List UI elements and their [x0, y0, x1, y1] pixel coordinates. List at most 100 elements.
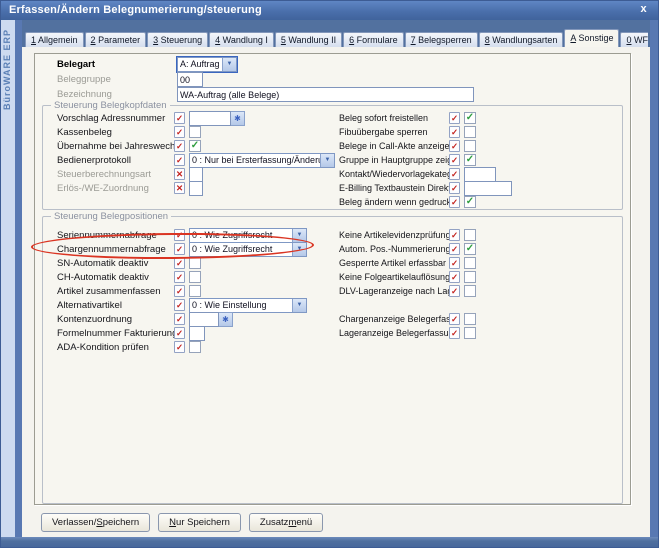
checkbox[interactable] [464, 126, 476, 138]
dropdown[interactable]: 0 : Nur bei Ersterfassung/Änderung▼ [189, 153, 335, 168]
field-label: Kontenzuordnung [57, 314, 174, 325]
flag-check-icon[interactable]: ✓ [449, 271, 460, 283]
flag-check-icon[interactable]: ✓ [174, 229, 185, 241]
flag-check-icon[interactable]: ✓ [449, 182, 460, 194]
dropdown-value: 0 : Wie Zugriffsrecht [190, 243, 292, 256]
lookup-input[interactable] [189, 111, 231, 126]
tab-3-steuerung[interactable]: 3 Steuerung [147, 32, 208, 47]
button-zusatzmen[interactable]: Zusatzmenü [249, 513, 323, 532]
flag-check-icon[interactable]: ✓ [449, 257, 460, 269]
text-input[interactable] [189, 181, 203, 196]
flag-check-icon[interactable]: ✓ [174, 126, 185, 138]
flag-check-icon[interactable]: ✓ [449, 168, 460, 180]
checkbox[interactable] [189, 126, 201, 138]
text-input[interactable] [464, 167, 496, 182]
checkbox[interactable] [189, 341, 201, 353]
flag-check-icon[interactable]: ✓ [449, 126, 460, 138]
dropdown[interactable]: 0 : Wie Einstellung▼ [189, 298, 307, 313]
flag-check-icon[interactable]: ✓ [174, 341, 185, 353]
lookup-input[interactable] [189, 312, 219, 327]
text-input[interactable] [177, 72, 203, 87]
field-row: Belege in Call-Akte anzeigen✓ [339, 139, 635, 153]
window-bottom-border [1, 537, 658, 547]
flag-check-icon[interactable]: ✓ [174, 112, 185, 124]
flag-x-icon[interactable]: ✕ [174, 182, 185, 194]
lookup-icon[interactable]: ✱ [231, 111, 245, 126]
flag-check-icon[interactable]: ✓ [449, 196, 460, 208]
chevron-down-icon[interactable]: ▼ [292, 299, 306, 312]
dropdown[interactable]: 0 : Wie Zugriffsrecht▼ [189, 228, 307, 243]
checkbox[interactable]: ✓ [464, 196, 476, 208]
flag-check-icon[interactable]: ✓ [449, 229, 460, 241]
checkbox[interactable]: ✓ [464, 243, 476, 255]
field-row: BelegartA: Auftrag▼ [57, 57, 622, 72]
tab-0-wfl-tb[interactable]: 0 WFL/TB [620, 32, 648, 47]
flag-check-icon[interactable]: ✓ [449, 285, 460, 297]
lookup-icon[interactable]: ✱ [219, 312, 233, 327]
close-icon[interactable]: x [637, 3, 650, 15]
field-label: Formelnummer Fakturierung [57, 328, 174, 339]
checkbox[interactable] [189, 271, 201, 283]
flag-check-icon[interactable]: ✓ [174, 140, 185, 152]
flag-check-icon[interactable]: ✓ [174, 154, 185, 166]
tab-2-parameter[interactable]: 2 Parameter [85, 32, 147, 47]
window-right-border [650, 20, 658, 537]
group-1-right-column: Keine Artikelevidenzprüfung✓Autom. Pos.-… [339, 228, 635, 340]
flag-x-icon[interactable]: ✕ [174, 168, 185, 180]
flag-check-icon[interactable]: ✓ [449, 140, 460, 152]
tab-6-formulare[interactable]: 6 Formulare [343, 32, 404, 47]
tab-1-allgemein[interactable]: 1 Allgemein [25, 32, 84, 47]
field-label: DLV-Lageranzeige nach Lagerort [339, 286, 449, 296]
flag-check-icon[interactable]: ✓ [174, 285, 185, 297]
field-row: Vorschlag Adressnummer✓✱ [57, 111, 345, 125]
flag-check-icon[interactable]: ✓ [449, 327, 460, 339]
field-row: Bedienerprotokoll✓0 : Nur bei Ersterfass… [57, 153, 345, 167]
checkbox[interactable]: ✓ [464, 154, 476, 166]
chevron-down-icon[interactable]: ▼ [292, 229, 306, 242]
checkbox[interactable] [464, 140, 476, 152]
dialog-window: Erfassen/Ändern Belegnumerierung/steueru… [0, 0, 659, 548]
chevron-down-icon[interactable]: ▼ [292, 243, 306, 256]
checkbox[interactable]: ✓ [189, 140, 201, 152]
checkbox[interactable] [189, 285, 201, 297]
flag-check-icon[interactable]: ✓ [449, 313, 460, 325]
chevron-down-icon[interactable]: ▼ [222, 58, 236, 71]
checkbox[interactable] [464, 285, 476, 297]
checkbox[interactable] [464, 229, 476, 241]
checkbox[interactable] [464, 313, 476, 325]
flag-check-icon[interactable]: ✓ [449, 112, 460, 124]
tab-5-wandlung-ii[interactable]: 5 Wandlung II [275, 32, 342, 47]
dropdown[interactable]: 0 : Wie Zugriffsrecht▼ [189, 242, 307, 257]
flag-check-icon[interactable]: ✓ [449, 243, 460, 255]
dropdown[interactable]: A: Auftrag▼ [177, 57, 237, 72]
tab-7-belegsperren[interactable]: 7 Belegsperren [405, 32, 478, 47]
checkbox[interactable] [189, 257, 201, 269]
text-input[interactable] [464, 181, 512, 196]
groupbox-title: Steuerung Belegpositionen [51, 211, 171, 222]
groupbox-title: Steuerung Belegkopfdaten [51, 100, 170, 111]
flag-check-icon[interactable]: ✓ [449, 154, 460, 166]
flag-check-icon[interactable]: ✓ [174, 313, 185, 325]
tab-8-wandlungsarten[interactable]: 8 Wandlungsarten [479, 32, 564, 47]
flag-check-icon[interactable]: ✓ [174, 327, 185, 339]
tab-a-sonstige[interactable]: A Sonstige [564, 29, 619, 47]
button-nur-speichern[interactable]: Nur Speichern [158, 513, 241, 532]
flag-check-icon[interactable]: ✓ [174, 243, 185, 255]
text-input[interactable] [189, 326, 205, 341]
tab-4-wandlung-i[interactable]: 4 Wandlung I [209, 32, 274, 47]
flag-check-icon[interactable]: ✓ [174, 271, 185, 283]
field-row: Erlös-/WE-Zuordnung✕ [57, 181, 345, 195]
checkbox[interactable]: ✓ [464, 112, 476, 124]
text-input[interactable] [189, 167, 203, 182]
text-input[interactable] [177, 87, 474, 102]
field-label: SN-Automatik deaktiv [57, 258, 174, 269]
field-row: DLV-Lageranzeige nach Lagerort✓ [339, 284, 635, 298]
field-row: Keine Folgeartikelauflösung✓ [339, 270, 635, 284]
flag-check-icon[interactable]: ✓ [174, 299, 185, 311]
chevron-down-icon[interactable]: ▼ [320, 154, 334, 167]
checkbox[interactable] [464, 257, 476, 269]
flag-check-icon[interactable]: ✓ [174, 257, 185, 269]
checkbox[interactable] [464, 327, 476, 339]
button-verlassen-speichern[interactable]: Verlassen/Speichern [41, 513, 150, 532]
checkbox[interactable] [464, 271, 476, 283]
